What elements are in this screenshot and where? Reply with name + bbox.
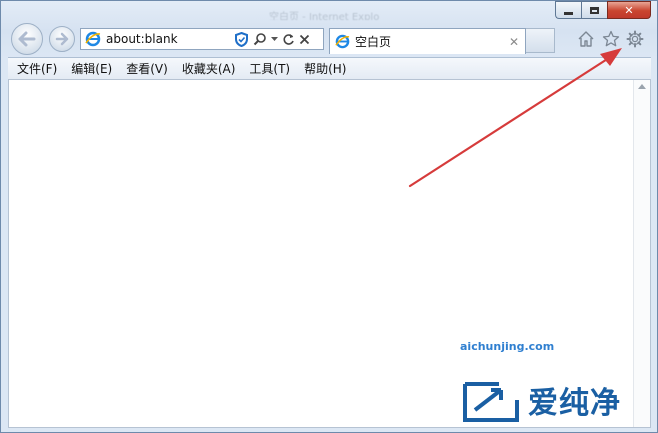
maximize-button[interactable] <box>581 1 607 19</box>
watermark: aichunjing.com 爱纯净 <box>456 340 652 430</box>
search-icon[interactable] <box>253 32 267 46</box>
arrow-right-icon <box>55 32 69 46</box>
ie-logo-icon <box>85 31 101 47</box>
maximize-icon <box>590 6 599 14</box>
menu-bar: 文件(F) 编辑(E) 查看(V) 收藏夹(A) 工具(T) 帮助(H) <box>8 57 651 79</box>
arrow-left-icon <box>18 31 36 47</box>
new-tab-button[interactable] <box>526 28 555 53</box>
minimize-button[interactable] <box>555 1 581 19</box>
home-button[interactable] <box>576 29 596 49</box>
menu-favorites[interactable]: 收藏夹(A) <box>175 60 243 77</box>
browser-window: 空白页 - Internet Explorer ✕ about:blank <box>0 0 658 433</box>
watermark-logo-icon <box>463 382 519 422</box>
menu-help[interactable]: 帮助(H) <box>297 60 353 77</box>
stop-icon[interactable] <box>299 34 310 45</box>
dropdown-arrow-icon[interactable] <box>271 36 278 42</box>
menu-view[interactable]: 查看(V) <box>119 60 175 77</box>
menu-edit[interactable]: 编辑(E) <box>64 60 119 77</box>
shield-icon[interactable] <box>234 31 249 47</box>
address-bar[interactable]: about:blank <box>80 28 324 50</box>
caption-buttons: ✕ <box>555 1 651 19</box>
watermark-name: 爱纯净 <box>528 386 621 421</box>
address-bar-tools <box>234 31 310 47</box>
watermark-url: aichunjing.com <box>460 340 555 353</box>
minimize-icon <box>564 11 573 15</box>
refresh-icon[interactable] <box>282 33 295 46</box>
gear-icon <box>626 30 644 48</box>
forward-button[interactable] <box>49 26 75 52</box>
tab-close-button[interactable]: ✕ <box>509 35 519 49</box>
url-text[interactable]: about:blank <box>106 32 232 46</box>
home-icon <box>578 31 594 47</box>
scroll-up-arrow-icon[interactable] <box>638 84 646 89</box>
close-button[interactable]: ✕ <box>607 1 651 19</box>
menu-tools[interactable]: 工具(T) <box>242 60 297 77</box>
tools-button[interactable] <box>625 29 645 49</box>
favorites-button[interactable] <box>601 29 621 49</box>
star-icon <box>602 30 620 47</box>
window-title: 空白页 - Internet Explorer <box>269 12 379 20</box>
tab-label: 空白页 <box>355 35 392 49</box>
tab-blank-page[interactable]: 空白页 ✕ <box>329 28 526 54</box>
menu-file[interactable]: 文件(F) <box>8 60 64 77</box>
ie-logo-icon <box>335 34 350 49</box>
back-button[interactable] <box>11 23 43 55</box>
